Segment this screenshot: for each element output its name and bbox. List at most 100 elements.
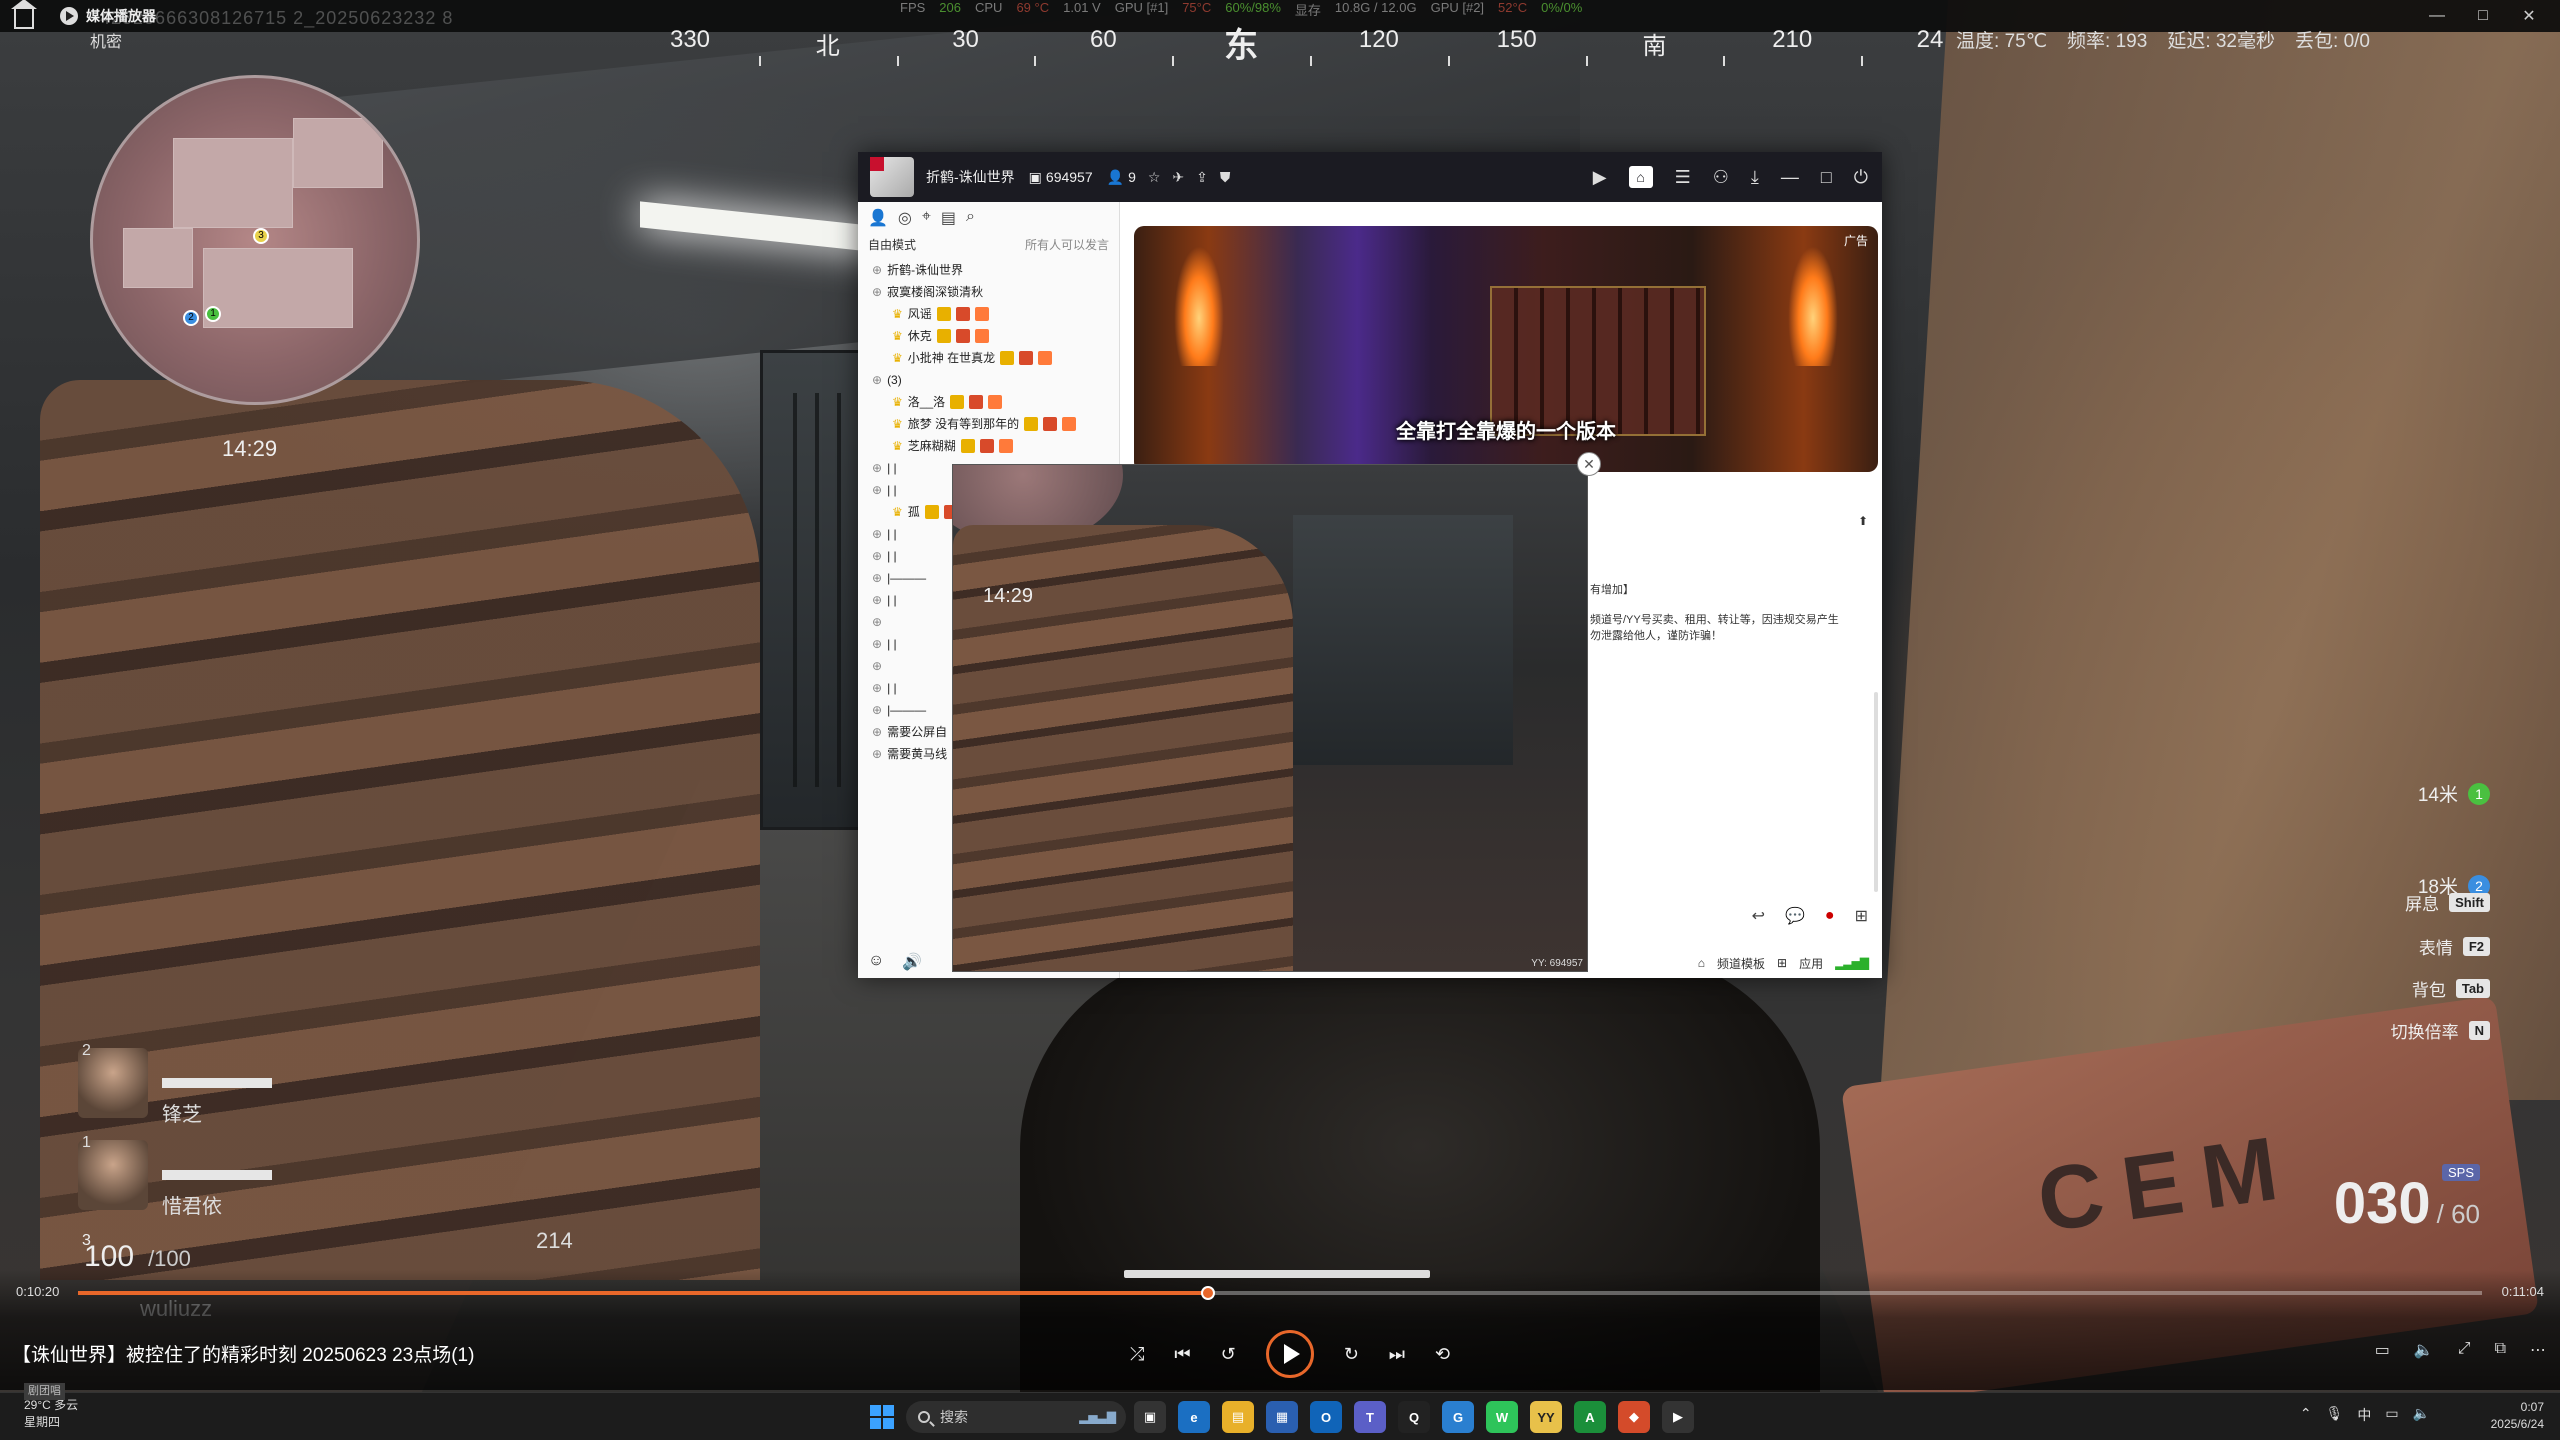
rewind-icon[interactable]: ↺ — [1221, 1344, 1236, 1365]
volume-icon[interactable]: 🔈 — [2413, 1405, 2430, 1425]
compass-tick — [1585, 56, 1588, 66]
list-icon[interactable]: ☰ — [1675, 167, 1691, 188]
ad-banner[interactable]: 全靠打全靠爆的一个版本 广告 — [1134, 226, 1878, 472]
channel-room[interactable]: ⊕ (3) — [868, 369, 1109, 391]
expand-icon[interactable]: ⊕ — [872, 633, 882, 655]
apps-menu[interactable]: 应用 — [1799, 955, 1823, 972]
comment-icon[interactable]: 💬 — [1785, 906, 1805, 926]
store-icon[interactable]: ▦ — [1266, 1401, 1298, 1433]
apps-icon[interactable]: ⊞ — [1777, 956, 1787, 970]
subtitle-icon[interactable]: ▭ — [2375, 1340, 2390, 1360]
task-view-icon[interactable]: ▣ — [1134, 1401, 1166, 1433]
chat-scrollbar[interactable] — [1874, 692, 1878, 892]
file-explorer-icon[interactable]: ▤ — [1222, 1401, 1254, 1433]
gamepad-icon[interactable]: ⚇ — [1713, 167, 1729, 188]
record-icon[interactable]: ● — [1825, 907, 1835, 925]
repeat-off-icon[interactable]: ⟲ — [1435, 1344, 1450, 1365]
download-icon[interactable]: ⤓ — [1751, 167, 1759, 188]
qq-icon[interactable]: Q — [1398, 1401, 1430, 1433]
reply-icon[interactable]: ↩ — [1752, 906, 1765, 926]
expand-icon[interactable]: ⊕ — [872, 457, 882, 479]
expand-icon[interactable]: ⊕ — [872, 721, 882, 743]
fullscreen-icon[interactable]: ⤢ — [2458, 1340, 2471, 1360]
media-player-icon[interactable]: ▶ — [1662, 1401, 1694, 1433]
chat-icon[interactable]: ◎ — [898, 208, 912, 228]
compass-label: 60 — [1089, 26, 1117, 53]
expand-icon[interactable]: ⊕ — [872, 523, 882, 545]
shield-icon[interactable]: ⛊ — [1220, 169, 1231, 186]
expand-icon[interactable]: ⊕ — [872, 479, 882, 501]
star-icon[interactable]: ☆ — [1148, 169, 1161, 186]
ime-indicator[interactable]: 中 — [2357, 1405, 2371, 1425]
channel-user[interactable]: ♛ 芝麻糊糊 — [868, 435, 1109, 457]
start-button[interactable] — [870, 1405, 894, 1429]
user-icon[interactable]: 👤 — [868, 208, 888, 228]
chevron-up-icon[interactable]: ⌃ — [2300, 1405, 2312, 1425]
weather-widget[interactable]: 剧团唱 29°C 多云 星期四 — [24, 1383, 78, 1431]
network-icon[interactable]: ▭ — [2385, 1405, 2398, 1425]
expand-icon[interactable]: ⊕ — [872, 281, 882, 303]
next-icon[interactable]: ⏭ — [1389, 1344, 1405, 1365]
channel-user[interactable]: ♛ 洛__洛 — [868, 391, 1109, 413]
video-icon[interactable]: ▶ — [1593, 167, 1607, 188]
channel-user[interactable]: ♛ 休克 — [868, 325, 1109, 347]
home-icon[interactable]: ⌂ — [1628, 166, 1653, 188]
play-button[interactable] — [1265, 1330, 1314, 1378]
banner-close[interactable]: 广告 — [1844, 232, 1868, 249]
close-button[interactable]: ✕ — [2506, 0, 2552, 32]
channel-room[interactable]: ⊕ 寂寞楼阁深锁清秋 — [868, 281, 1109, 303]
popup-close-icon[interactable]: ✕ — [1577, 452, 1601, 476]
channel-user[interactable]: ♛ 旅梦 没有等到那年的 — [868, 413, 1109, 435]
location-icon[interactable]: ⌖ — [922, 208, 931, 228]
expand-icon[interactable]: ⊕ — [872, 611, 882, 633]
app-icon[interactable]: A — [1574, 1401, 1606, 1433]
document-icon[interactable]: ▤ — [941, 208, 956, 228]
wechat-icon[interactable]: W — [1486, 1401, 1518, 1433]
template-menu[interactable]: 频道模板 — [1717, 955, 1765, 972]
minimize-button[interactable]: — — [2414, 0, 2460, 32]
airplane-icon[interactable]: ✈ — [1172, 169, 1184, 186]
minimize-icon[interactable]: — — [1781, 167, 1799, 188]
clock[interactable]: 0:07 2025/6/24 — [2491, 1399, 2544, 1433]
expand-icon[interactable]: ⊕ — [872, 545, 882, 567]
microphone-icon[interactable]: 🎙 — [2326, 1405, 2344, 1425]
volume-icon[interactable]: 🔈 — [2414, 1340, 2434, 1360]
seek-fill — [78, 1291, 1208, 1295]
power-icon[interactable]: ⏻ — [1854, 167, 1868, 188]
share-icon[interactable]: ⇪ — [1196, 169, 1208, 186]
expand-icon[interactable]: ⊕ — [872, 677, 882, 699]
picture-in-picture-icon[interactable]: ⧉ — [2495, 1340, 2506, 1360]
home-icon[interactable]: ⌂ — [1698, 956, 1705, 970]
channel-room[interactable]: ⊕ 折鹤-诛仙世界 — [868, 259, 1109, 281]
scroll-up-icon[interactable]: ⬆ — [1858, 514, 1868, 528]
seek-knob[interactable] — [1200, 1286, 1215, 1300]
gift-icon[interactable]: ⊞ — [1855, 906, 1868, 926]
expand-icon[interactable]: ⊕ — [872, 743, 882, 765]
teams-icon[interactable]: T — [1354, 1401, 1386, 1433]
speak-mode[interactable]: 自由模式 所有人可以发言 — [858, 234, 1119, 255]
channel-user[interactable]: ♛ 小批神 在世真龙 — [868, 347, 1109, 369]
expand-icon[interactable]: ⊕ — [872, 369, 882, 391]
video-popup[interactable]: 14:29 YY: 694957 — [952, 464, 1588, 972]
expand-icon[interactable]: ⊕ — [872, 589, 882, 611]
seek-bar[interactable] — [78, 1286, 2482, 1300]
app-icon[interactable]: ◆ — [1618, 1401, 1650, 1433]
home-icon[interactable] — [11, 0, 37, 29]
edge-icon[interactable]: e — [1178, 1401, 1210, 1433]
maximize-button[interactable]: □ — [2460, 0, 2506, 32]
shuffle-icon[interactable]: ⤮ — [1130, 1344, 1144, 1365]
taskbar-search[interactable]: 搜索 ▂▅▃▇ — [906, 1401, 1126, 1433]
previous-icon[interactable]: ⏮ — [1174, 1344, 1190, 1365]
outlook-icon[interactable]: O — [1310, 1401, 1342, 1433]
maximize-icon[interactable]: □ — [1821, 167, 1832, 188]
forward-icon[interactable]: ↻ — [1344, 1344, 1359, 1365]
channel-user[interactable]: ♛ 风谣 — [868, 303, 1109, 325]
expand-icon[interactable]: ⊕ — [872, 655, 882, 677]
yy-icon[interactable]: YY — [1530, 1401, 1562, 1433]
expand-icon[interactable]: ⊕ — [872, 259, 882, 281]
more-icon[interactable]: ⋯ — [2530, 1340, 2546, 1360]
search-icon[interactable]: ⌕ — [966, 208, 975, 228]
expand-icon[interactable]: ⊕ — [872, 699, 882, 721]
app-icon[interactable]: G — [1442, 1401, 1474, 1433]
expand-icon[interactable]: ⊕ — [872, 567, 882, 589]
